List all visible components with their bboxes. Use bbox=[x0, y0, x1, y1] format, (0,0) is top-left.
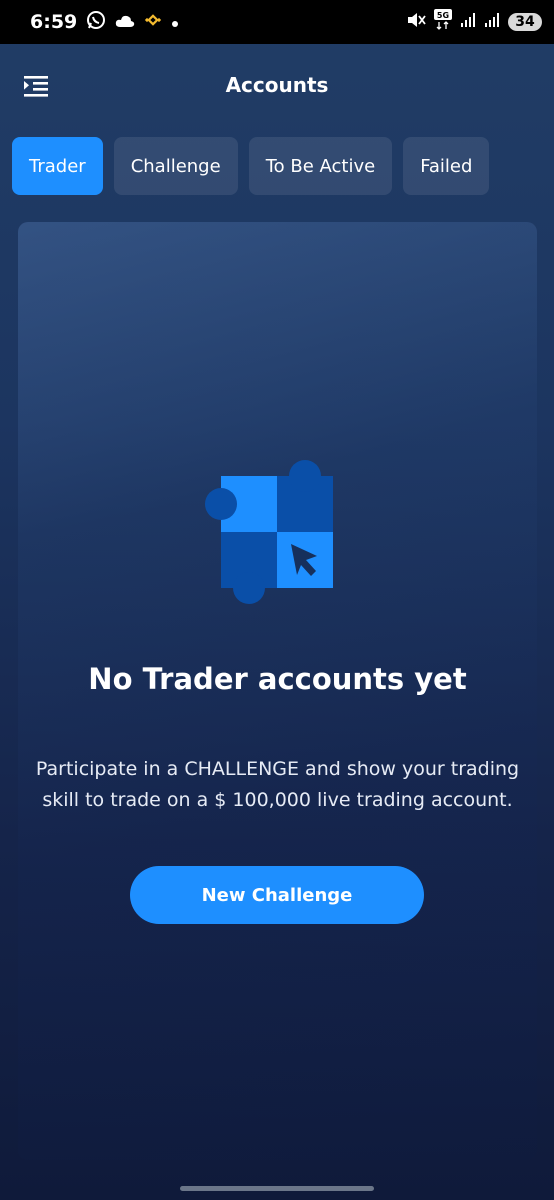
status-right: 5G 34 bbox=[406, 9, 542, 35]
empty-state-card: No Trader accounts yet Participate in a … bbox=[18, 222, 537, 1160]
whatsapp-icon bbox=[86, 10, 106, 34]
signal-icon bbox=[484, 12, 500, 32]
status-time: 6:59 bbox=[30, 11, 78, 33]
mute-icon bbox=[406, 11, 426, 33]
account-tabs: Trader Challenge To Be Active Failed bbox=[12, 137, 490, 195]
binance-icon bbox=[144, 11, 162, 33]
app-header: Accounts bbox=[0, 44, 554, 126]
new-challenge-button[interactable]: New Challenge bbox=[130, 866, 424, 924]
status-bar: 6:59 5G 34 bbox=[0, 0, 554, 44]
dot-icon bbox=[171, 13, 179, 32]
page-title: Accounts bbox=[225, 73, 329, 97]
signal-icon bbox=[460, 12, 476, 32]
svg-text:5G: 5G bbox=[437, 11, 449, 20]
puzzle-cursor-icon bbox=[204, 460, 344, 606]
home-indicator[interactable] bbox=[180, 1186, 374, 1191]
tab-to-be-active[interactable]: To Be Active bbox=[248, 137, 393, 195]
network-5g-icon: 5G bbox=[434, 9, 452, 35]
status-left: 6:59 bbox=[30, 10, 179, 34]
empty-state-description: Participate in a CHALLENGE and show your… bbox=[35, 758, 520, 811]
menu-icon[interactable] bbox=[22, 74, 50, 98]
tab-failed[interactable]: Failed bbox=[403, 137, 490, 195]
empty-state-title: No Trader accounts yet bbox=[88, 662, 467, 696]
tab-trader[interactable]: Trader bbox=[12, 137, 103, 195]
tab-challenge[interactable]: Challenge bbox=[113, 137, 238, 195]
battery-indicator: 34 bbox=[508, 13, 542, 31]
cloud-icon bbox=[115, 13, 135, 32]
